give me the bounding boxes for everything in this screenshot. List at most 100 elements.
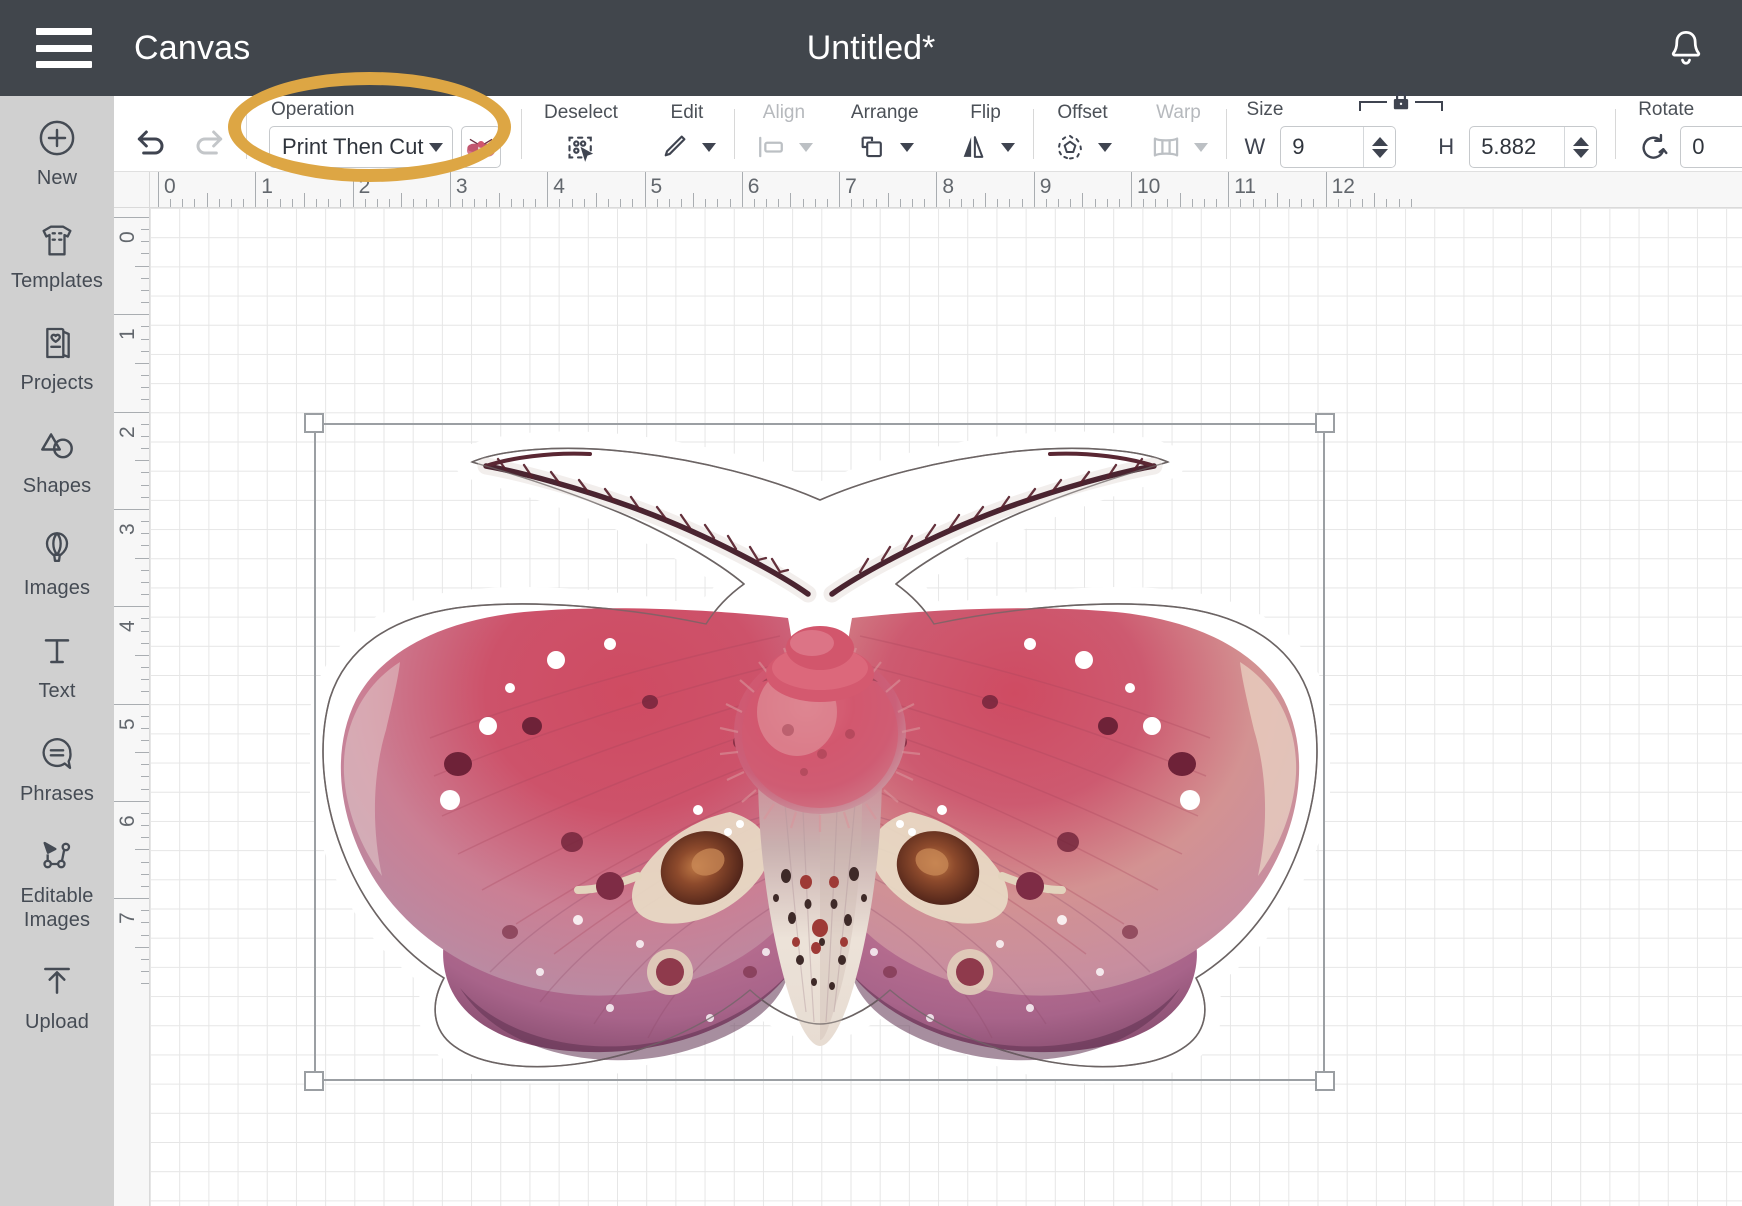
rotate-group: Rotate (1616, 96, 1742, 172)
ruler-h-minor-tick (304, 193, 305, 207)
vertical-ruler: 01234567 (114, 172, 150, 1206)
sidebar-item-editable-images[interactable]: Editable Images (0, 828, 114, 932)
ruler-h-major-tick (936, 172, 937, 207)
offset-pentagon-icon[interactable] (1052, 129, 1088, 165)
sidebar-item-images[interactable]: Images (0, 520, 114, 601)
rotate-icon[interactable] (1636, 129, 1672, 165)
redo-arrow-icon[interactable] (184, 116, 232, 164)
pencil-icon[interactable] (656, 129, 692, 165)
ruler-v-minor-tick (141, 935, 149, 936)
chevron-down-icon[interactable] (1001, 143, 1015, 152)
operation-select[interactable]: Print Then Cut (269, 126, 453, 168)
height-field[interactable] (1469, 126, 1597, 168)
ruler-v-minor-tick (141, 290, 149, 291)
ruler-h-minor-tick (924, 199, 925, 207)
sidebar-label: Templates (11, 270, 103, 294)
warp-title: Warp (1154, 102, 1201, 124)
arrange-layers-icon[interactable] (854, 129, 890, 165)
notification-bell-icon[interactable] (1664, 26, 1708, 70)
ruler-v-minor-tick (141, 716, 149, 717)
ruler-h-minor-tick (1265, 199, 1266, 207)
ruler-h-minor-tick (985, 193, 986, 207)
ruler-v-label: 6 (116, 815, 140, 827)
aspect-lock[interactable] (1359, 98, 1443, 114)
ruler-v-minor-tick (141, 764, 149, 765)
ruler-h-major-tick (255, 172, 256, 207)
resize-handle-top-right[interactable] (1315, 413, 1335, 433)
height-input[interactable] (1470, 127, 1564, 167)
sidebar-item-phrases[interactable]: Phrases (0, 726, 114, 807)
sidebar-item-templates[interactable]: Templates (0, 213, 114, 294)
resize-handle-bottom-left[interactable] (304, 1071, 324, 1091)
hamburger-menu-icon[interactable] (36, 28, 92, 68)
ruler-h-label: 3 (456, 175, 468, 199)
hamburger-line (36, 61, 92, 68)
ruler-h-minor-tick (584, 199, 585, 207)
ruler-v-minor-tick (141, 862, 149, 863)
ruler-v-minor-tick (141, 399, 149, 400)
upload-arrow-icon (35, 960, 79, 1004)
ruler-h-minor-tick (778, 199, 779, 207)
align-title: Align (761, 102, 805, 124)
ruler-h-minor-tick (413, 199, 414, 207)
stepper-down-icon[interactable] (1372, 149, 1388, 158)
ruler-v-minor-tick (141, 497, 149, 498)
chevron-down-icon[interactable] (702, 143, 716, 152)
rotate-field[interactable] (1680, 126, 1742, 168)
ruler-h-minor-tick (1155, 199, 1156, 207)
ruler-h-minor-tick (267, 199, 268, 207)
ruler-h-major-tick (1228, 172, 1229, 207)
ruler-h-minor-tick (766, 199, 767, 207)
ruler-v-minor-tick (141, 983, 149, 984)
ruler-h-minor-tick (815, 199, 816, 207)
document-title: Untitled* (0, 29, 1742, 68)
undo-arrow-icon[interactable] (128, 116, 176, 164)
ruler-h-minor-tick (292, 199, 293, 207)
width-field[interactable] (1280, 126, 1396, 168)
ruler-h-major-tick (1034, 172, 1035, 207)
ruler-h-minor-tick (596, 193, 597, 207)
ruler-h-minor-tick (876, 199, 877, 207)
ruler-v-major-tick (114, 898, 149, 899)
ruler-v-minor-tick (135, 460, 149, 461)
width-stepper[interactable] (1363, 127, 1395, 167)
height-stepper[interactable] (1564, 127, 1596, 167)
deselect-group: Deselect (522, 96, 638, 172)
operation-color-swatch[interactable] (461, 126, 501, 168)
sidebar-item-text[interactable]: Text (0, 623, 114, 704)
width-input[interactable] (1281, 127, 1363, 167)
stepper-up-icon[interactable] (1372, 137, 1388, 146)
ruler-h-minor-tick (438, 199, 439, 207)
ruler-h-label: 6 (748, 175, 760, 199)
deselect-marquee-icon[interactable] (562, 129, 598, 165)
ruler-v-minor-tick (141, 776, 149, 777)
hamburger-line (36, 28, 92, 35)
chevron-down-icon[interactable] (1098, 143, 1112, 152)
ruler-h-minor-tick (207, 193, 208, 207)
sidebar-item-projects[interactable]: Projects (0, 315, 114, 396)
ruler-h-minor-tick (340, 199, 341, 207)
arrange-title: Arrange (849, 102, 919, 124)
design-canvas[interactable]: 9 in x 5.88 in 0123456789101112 01234567 (114, 172, 1742, 1206)
ruler-v-minor-tick (141, 618, 149, 619)
sidebar-label: Text (38, 680, 75, 704)
flip-group: Flip (937, 96, 1033, 172)
ruler-h-minor-tick (1313, 199, 1314, 207)
sidebar-item-upload[interactable]: Upload (0, 954, 114, 1035)
stepper-down-icon[interactable] (1573, 149, 1589, 158)
rotate-input[interactable] (1681, 127, 1742, 167)
hot-air-balloon-icon (35, 526, 79, 570)
ruler-v-minor-tick (141, 436, 149, 437)
sidebar-item-new[interactable]: New (0, 110, 114, 191)
ruler-v-minor-tick (141, 643, 149, 644)
deselect-title: Deselect (542, 102, 618, 124)
rotate-title: Rotate (1636, 99, 1742, 121)
stepper-up-icon[interactable] (1573, 137, 1589, 146)
resize-handle-bottom-right[interactable] (1315, 1071, 1335, 1091)
resize-handle-top-left[interactable] (304, 413, 324, 433)
ruler-v-minor-tick (141, 679, 149, 680)
flip-mirror-icon[interactable] (955, 129, 991, 165)
chevron-down-icon[interactable] (900, 143, 914, 152)
sidebar-item-shapes[interactable]: Shapes (0, 418, 114, 499)
ruler-h-minor-tick (377, 199, 378, 207)
